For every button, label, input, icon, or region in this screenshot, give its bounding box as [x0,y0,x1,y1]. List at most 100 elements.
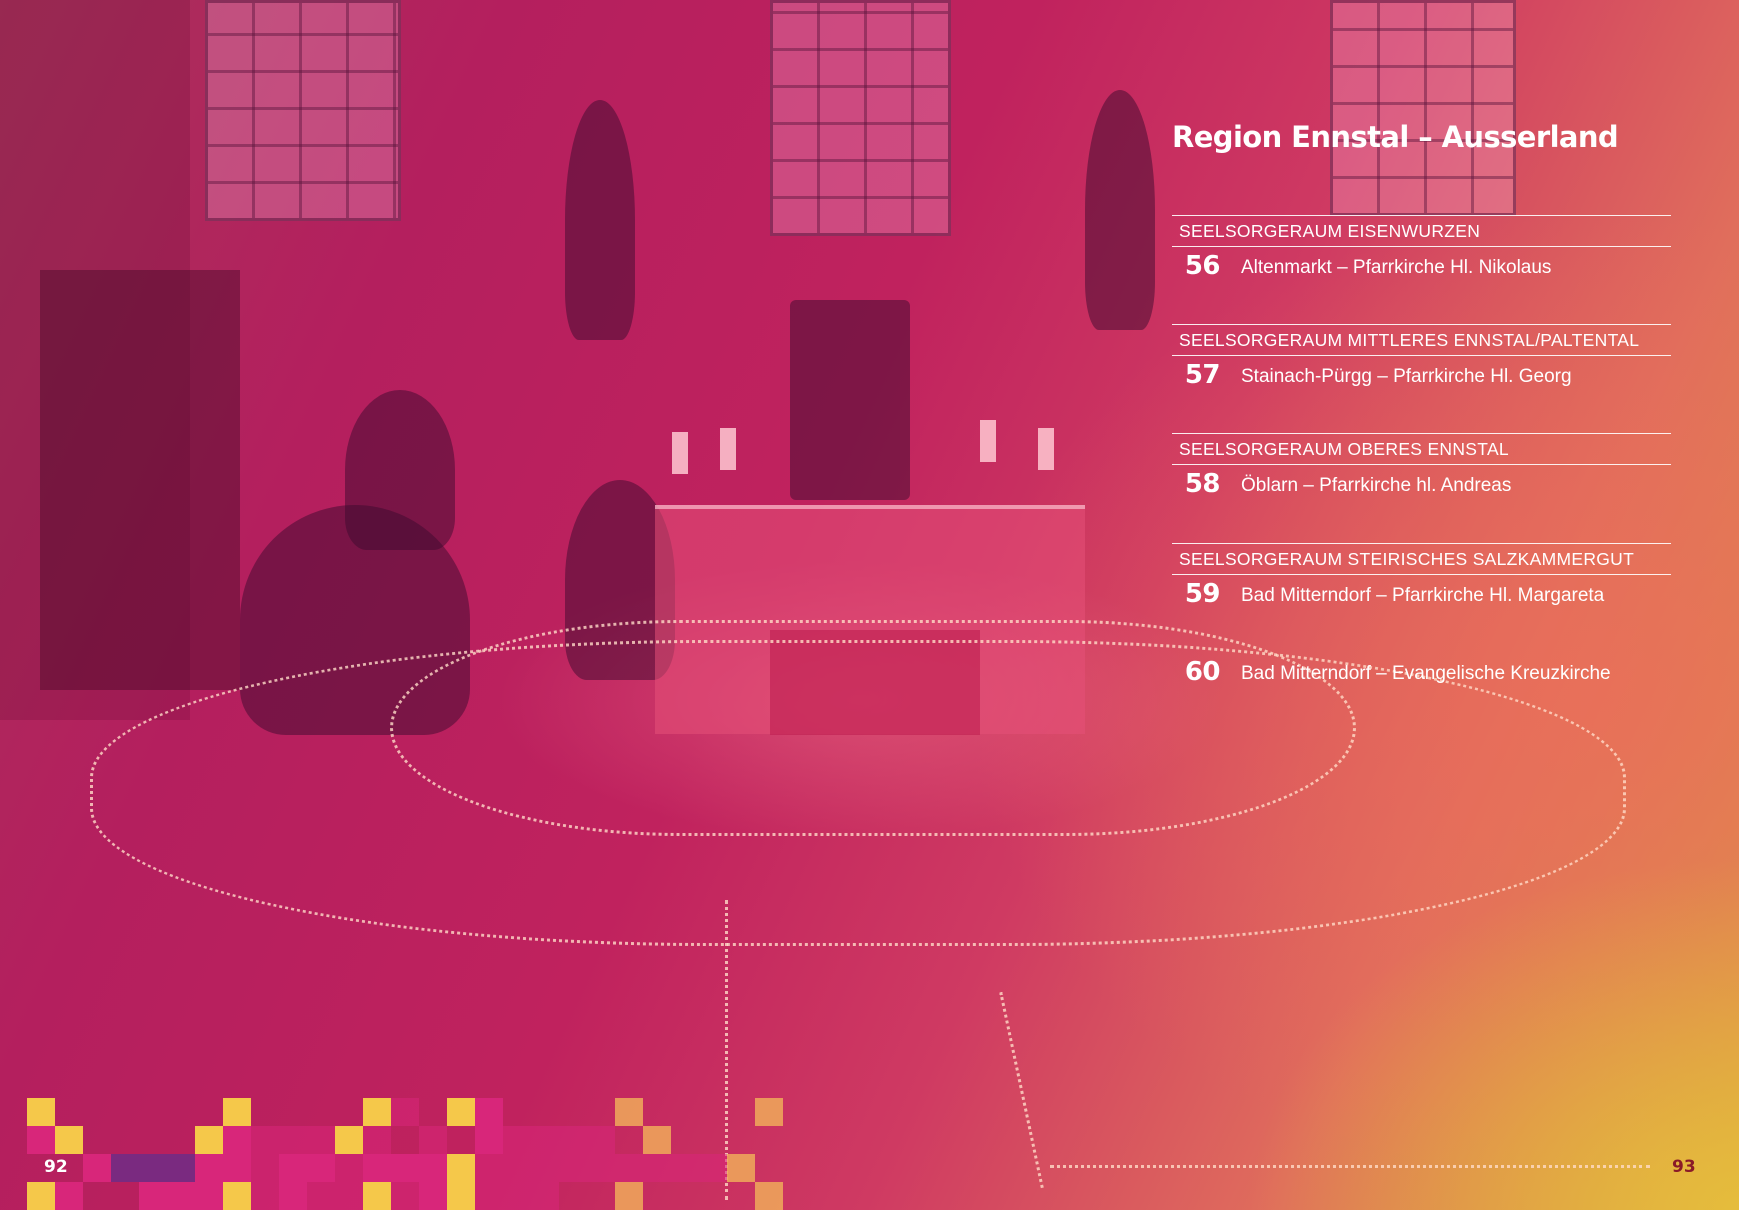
stained-glass-window-left [205,0,401,221]
entry-number: 60 [1184,657,1221,687]
candle [720,428,736,470]
pixel-square [671,1154,699,1182]
pixel-square [139,1154,167,1182]
pixel-square [391,1098,419,1126]
list-item[interactable]: 58 Öblarn – Pfarrkirche hl. Andreas [1172,465,1671,509]
entry-number: 56 [1184,251,1221,281]
group-heading: SEELSORGERAUM MITTLERES ENNSTAL/PALTENTA… [1172,324,1671,356]
pixel-square [251,1182,279,1210]
pixel-square [27,1182,55,1210]
pixel-square [279,1182,307,1210]
pixel-square [531,1182,559,1210]
pixel-square [699,1154,727,1182]
pixel-square [307,1154,335,1182]
pixel-square [447,1098,475,1126]
pixel-square [391,1154,419,1182]
candle [1038,428,1054,470]
pixel-square [615,1098,643,1126]
person-standing [345,390,455,550]
pixel-square [335,1182,363,1210]
entry-text: Stainach-Pürgg – Pfarrkirche Hl. Georg [1241,366,1572,387]
group-eisenwurzen: SEELSORGERAUM EISENWURZEN 56 Altenmarkt … [1172,215,1671,291]
pixel-square [447,1182,475,1210]
list-item[interactable]: 57 Stainach-Pürgg – Pfarrkirche Hl. Geor… [1172,356,1671,400]
pixel-square [307,1182,335,1210]
pixel-square [363,1126,391,1154]
pixel-square [223,1154,251,1182]
pixel-square [307,1126,335,1154]
pixel-square [475,1098,503,1126]
pixel-square [279,1154,307,1182]
pixel-square [643,1154,671,1182]
pixel-square [559,1154,587,1182]
group-heading: SEELSORGERAUM OBERES ENNSTAL [1172,433,1671,465]
chair [790,300,910,500]
pixel-square [223,1098,251,1126]
candle [980,420,996,462]
pillar [40,270,240,690]
pixel-square [531,1154,559,1182]
pixel-square [139,1182,167,1210]
pixel-square [111,1154,139,1182]
pixel-square [587,1154,615,1182]
pixel-square [167,1182,195,1210]
group-oberes-ennstal: SEELSORGERAUM OBERES ENNSTAL 58 Öblarn –… [1172,433,1671,509]
pixel-square [503,1182,531,1210]
region-title: Region Ennstal – Ausserland [1172,120,1619,154]
tealight-path-right [999,991,1044,1189]
pixel-square [363,1182,391,1210]
entry-text: Bad Mitterndorf – Evangelische Kreuzkirc… [1241,663,1611,684]
entry-text: Altenmarkt – Pfarrkirche Hl. Nikolaus [1241,257,1552,278]
pixel-square [167,1154,195,1182]
pixel-square [419,1126,447,1154]
stained-glass-window-right [1330,0,1516,216]
pixel-square [531,1126,559,1154]
pixel-square [195,1126,223,1154]
pixel-square [27,1098,55,1126]
group-heading: SEELSORGERAUM EISENWURZEN [1172,215,1671,247]
candle [672,432,688,474]
pixel-square [195,1154,223,1182]
entry-text: Öblarn – Pfarrkirche hl. Andreas [1241,475,1512,496]
pixel-square [391,1182,419,1210]
page-number-right: 93 [1672,1157,1696,1177]
page-number-left: 92 [44,1157,68,1177]
pixel-square [279,1126,307,1154]
pixel-square [419,1154,447,1182]
statue-left [565,100,635,340]
group-steirisches-salzkammergut: SEELSORGERAUM STEIRISCHES SALZKAMMERGUT … [1172,543,1671,697]
pixel-square [335,1154,363,1182]
tealight-row-bottom [1050,1165,1650,1168]
pixel-square [363,1154,391,1182]
pixel-square [755,1098,783,1126]
list-item[interactable]: 60 Bad Mitterndorf – Evangelische Kreuzk… [1172,653,1671,697]
pixel-square [615,1182,643,1210]
pixel-square [503,1126,531,1154]
pixel-square [55,1126,83,1154]
pixel-square [363,1098,391,1126]
pixel-square [475,1126,503,1154]
pixel-square [475,1154,503,1182]
pixel-square [755,1182,783,1210]
pixel-square [503,1154,531,1182]
pixel-square [223,1182,251,1210]
pixel-square [83,1154,111,1182]
pixel-square [615,1154,643,1182]
pixel-square [587,1126,615,1154]
pixel-square [251,1154,279,1182]
statue-right [1085,90,1155,330]
list-item[interactable]: 59 Bad Mitterndorf – Pfarrkirche Hl. Mar… [1172,575,1671,619]
list-item[interactable]: 56 Altenmarkt – Pfarrkirche Hl. Nikolaus [1172,247,1671,291]
group-mittleres-ennstal: SEELSORGERAUM MITTLERES ENNSTAL/PALTENTA… [1172,324,1671,400]
pixel-square [195,1182,223,1210]
pixel-square [475,1182,503,1210]
pixel-square [55,1182,83,1210]
entry-number: 57 [1184,360,1221,390]
pixel-square [559,1126,587,1154]
pixel-square [335,1126,363,1154]
stained-glass-window-center [770,0,951,236]
pixel-square [727,1154,755,1182]
group-heading: SEELSORGERAUM STEIRISCHES SALZKAMMERGUT [1172,543,1671,575]
entry-number: 58 [1184,469,1221,499]
entry-text: Bad Mitterndorf – Pfarrkirche Hl. Margar… [1241,585,1605,606]
